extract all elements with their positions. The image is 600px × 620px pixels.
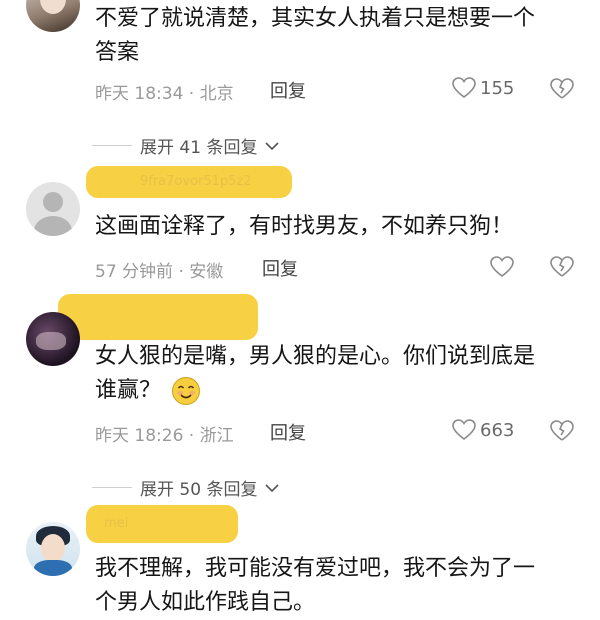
comment-meta: 昨天 18:26 · 浙江 (95, 426, 234, 446)
comment-text: 不爱了就说清楚，其实女人执着只是想要一个 答案 (95, 6, 536, 65)
broken-heart-icon[interactable] (550, 256, 574, 278)
username-redaction (58, 294, 258, 340)
reply-button[interactable]: 回复 (270, 77, 306, 103)
like-count: 663 (480, 419, 515, 441)
divider (92, 145, 132, 146)
heart-icon (452, 419, 476, 441)
avatar[interactable] (26, 522, 80, 576)
divider (92, 487, 132, 488)
reply-button[interactable]: 回复 (262, 255, 298, 281)
avatar[interactable] (26, 312, 80, 366)
comment-meta: 57 分钟前 · 安徽 (95, 262, 224, 282)
chevron-down-icon (265, 141, 280, 150)
reply-button[interactable]: 回复 (270, 419, 306, 445)
comment-text: 这画面诠释了，有时找男友，不如养只狗！ (95, 214, 514, 239)
comment-text: 我不理解，我可能没有爱过吧，我不会为了一 个男人如此作践自己。 (95, 556, 536, 615)
broken-heart-icon[interactable] (550, 78, 574, 100)
expand-replies-button[interactable]: 展开 41 条回复 (92, 133, 280, 158)
like-button[interactable]: 663 (452, 419, 514, 441)
heart-icon (452, 77, 476, 99)
like-count: 155 (480, 77, 515, 99)
like-button[interactable]: 155 (452, 77, 514, 99)
avatar[interactable] (26, 0, 80, 32)
username: 9fra7ovor51p5z2 (140, 174, 252, 189)
comment-meta: 昨天 18:34 · 北京 (95, 84, 234, 104)
expand-replies-button[interactable]: 展开 50 条回复 (92, 475, 280, 500)
smile-emoji-icon (172, 377, 201, 405)
chevron-down-icon (265, 483, 280, 492)
avatar[interactable] (26, 182, 80, 236)
comment-text: 女人狠的是嘴，男人狠的是心。你们说到底是 谁赢？ (95, 340, 535, 408)
broken-heart-icon[interactable] (550, 420, 574, 442)
username: mei (104, 516, 129, 531)
heart-icon[interactable] (490, 256, 514, 278)
